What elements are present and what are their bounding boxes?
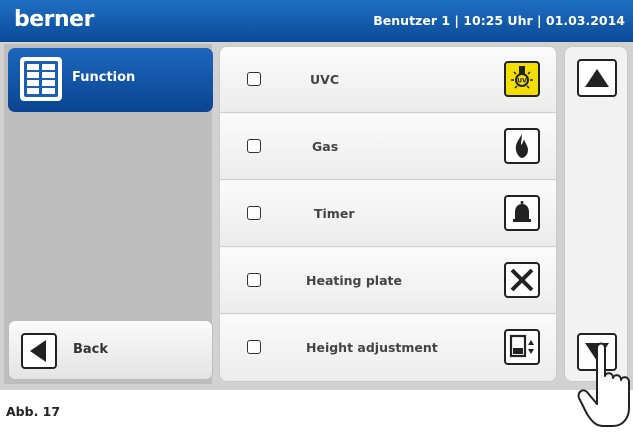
scroll-up-button[interactable] <box>577 59 617 97</box>
checkbox[interactable] <box>247 139 261 153</box>
bell-icon[interactable] <box>504 195 540 231</box>
pointing-hand-icon <box>577 342 630 427</box>
table-grid-icon <box>20 57 62 101</box>
list-item-label: Timer <box>314 206 355 221</box>
list-item-label: Gas <box>312 139 339 154</box>
svg-text:UV: UV <box>517 78 527 85</box>
status-text: Benutzer 1 | 10:25 Uhr | 01.03.2014 <box>373 13 625 28</box>
list-item-label: Height adjustment <box>306 340 438 355</box>
list-item[interactable]: UVC UV <box>220 47 556 113</box>
arrow-left-icon <box>21 333 57 369</box>
checkbox[interactable] <box>247 273 261 287</box>
list-item-label: UVC <box>310 72 339 87</box>
list-item[interactable]: Height adjustment <box>220 315 556 381</box>
back-button[interactable]: Back <box>8 320 213 380</box>
brand-logo: berner <box>14 7 94 32</box>
arrow-up-icon <box>585 69 609 87</box>
list-item[interactable]: Gas <box>220 114 556 180</box>
height-adjust-icon[interactable] <box>504 329 540 365</box>
touch-screen: berner Benutzer 1 | 10:25 Uhr | 01.03.20… <box>0 0 633 390</box>
function-list: UVC UV Gas Timer Heating plate Height ad… <box>219 46 557 382</box>
checkbox[interactable] <box>247 72 261 86</box>
checkbox[interactable] <box>247 340 261 354</box>
list-item-label: Heating plate <box>306 273 402 288</box>
function-button[interactable]: Function <box>8 48 213 112</box>
close-x-icon[interactable] <box>504 262 540 298</box>
checkbox[interactable] <box>247 206 261 220</box>
list-item[interactable]: Heating plate <box>220 248 556 314</box>
uv-lamp-icon[interactable]: UV <box>504 61 540 97</box>
header-bar: berner Benutzer 1 | 10:25 Uhr | 01.03.20… <box>0 0 633 42</box>
function-label: Function <box>72 70 136 85</box>
back-label: Back <box>73 342 109 357</box>
list-item[interactable]: Timer <box>220 181 556 247</box>
flame-icon[interactable] <box>504 128 540 164</box>
figure-caption: Abb. 17 <box>6 404 61 419</box>
